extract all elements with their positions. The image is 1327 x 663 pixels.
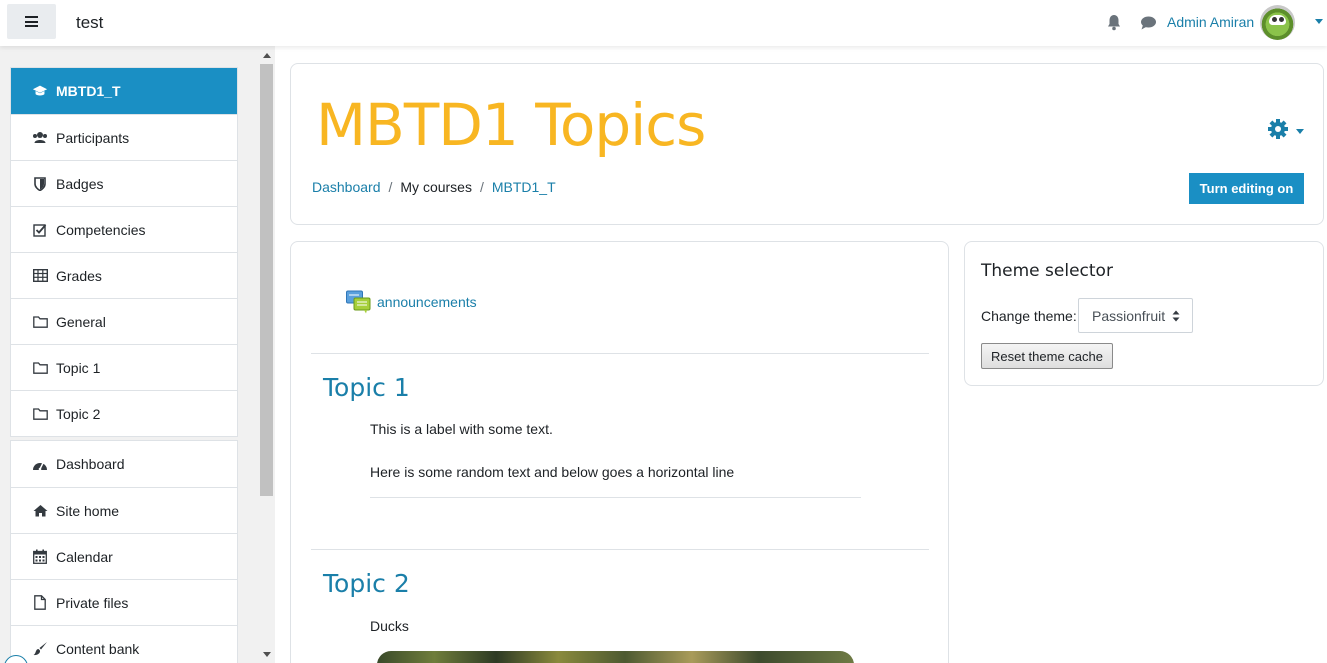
- drawer-toggle-button[interactable]: [7, 4, 56, 39]
- theme-select[interactable]: Passionfruit: [1078, 298, 1193, 333]
- breadcrumb-dashboard[interactable]: Dashboard: [312, 179, 381, 195]
- shield-icon: [32, 176, 48, 192]
- sidebar-item-label: Badges: [56, 175, 104, 192]
- message-icon[interactable]: [1140, 16, 1157, 30]
- theme-select-value: Passionfruit: [1092, 307, 1166, 324]
- folder-icon: [32, 360, 48, 376]
- graduation-cap-icon: [32, 83, 48, 99]
- sidebar-item-label: Calendar: [56, 548, 113, 565]
- forum-icon: [346, 290, 371, 314]
- chevron-down-icon[interactable]: [1315, 19, 1323, 24]
- breadcrumb-course[interactable]: MBTD1_T: [492, 179, 556, 195]
- sidebar-item-label: Topic 2: [56, 405, 101, 422]
- check-square-icon: [32, 222, 48, 238]
- sidebar-item-label: Dashboard: [56, 456, 125, 472]
- sidebar-item-badges[interactable]: Badges: [11, 160, 237, 206]
- breadcrumb-my-courses: My courses: [400, 179, 472, 195]
- sidebar-item-label: Topic 1: [56, 359, 101, 376]
- label-text: Here is some random text and below goes …: [370, 464, 735, 480]
- top-navbar: test Admin Amiran: [0, 0, 1327, 46]
- dashboard-icon: [32, 456, 48, 472]
- sidebar-item-participants[interactable]: Participants: [11, 114, 237, 160]
- users-icon: [32, 130, 48, 146]
- block-title: Theme selector: [981, 261, 1113, 281]
- table-icon: [32, 268, 48, 284]
- site-nav: Dashboard Site home Calendar Private fil…: [10, 440, 238, 663]
- folder-icon: [32, 406, 48, 422]
- chevron-down-icon[interactable]: [1296, 129, 1304, 134]
- file-icon: [32, 595, 48, 611]
- topic-2-title[interactable]: Topic 2: [323, 569, 410, 598]
- hamburger-icon: [25, 16, 38, 27]
- home-icon: [32, 503, 48, 519]
- page-header: MBTD1 Topics Dashboard / My courses / MB…: [290, 63, 1324, 225]
- label-text: This is a label with some text.: [370, 421, 553, 437]
- sidebar-item-label: Participants: [56, 129, 130, 146]
- sidebar-item-topic-1[interactable]: Topic 1: [11, 344, 237, 390]
- theme-selector-block: Theme selector Change theme: Passionfrui…: [964, 241, 1324, 386]
- reset-theme-cache-button[interactable]: Reset theme cache: [981, 343, 1113, 369]
- course-content: announcements Topic 1 This is a label wi…: [290, 241, 949, 663]
- sidebar-item-course[interactable]: MBTD1_T: [11, 68, 237, 114]
- sidebar-item-site-home[interactable]: Site home: [11, 487, 237, 533]
- sidebar-item-calendar[interactable]: Calendar: [11, 533, 237, 579]
- sidebar-item-label: Grades: [56, 267, 102, 284]
- sidebar-item-topic-2[interactable]: Topic 2: [11, 390, 237, 436]
- course-nav: MBTD1_T Participants Badges Competencies…: [10, 67, 238, 437]
- calendar-icon: [32, 549, 48, 565]
- change-theme-label: Change theme:: [981, 308, 1077, 324]
- breadcrumb: Dashboard / My courses / MBTD1_T: [312, 179, 556, 195]
- site-name[interactable]: test: [76, 13, 103, 33]
- sidebar-item-label: MBTD1_T: [56, 83, 121, 99]
- turn-editing-on-button[interactable]: Turn editing on: [1189, 173, 1304, 204]
- sidebar-item-label: General: [56, 313, 106, 330]
- paintbrush-icon: [32, 641, 48, 657]
- label-text: Ducks: [370, 618, 409, 634]
- topic-1-title[interactable]: Topic 1: [323, 373, 410, 402]
- horizontal-rule: [370, 497, 861, 498]
- bell-icon[interactable]: [1106, 14, 1122, 31]
- scroll-down-icon[interactable]: [263, 652, 271, 657]
- sidebar-item-competencies[interactable]: Competencies: [11, 206, 237, 252]
- sort-arrows-icon: [1172, 310, 1180, 322]
- sidebar-item-private-files[interactable]: Private files: [11, 579, 237, 625]
- announcements-link[interactable]: announcements: [377, 294, 477, 310]
- breadcrumb-separator: /: [388, 179, 393, 195]
- sidebar-item-grades[interactable]: Grades: [11, 252, 237, 298]
- sidebar-item-label: Site home: [56, 502, 120, 519]
- scroll-up-icon[interactable]: [263, 53, 271, 58]
- sidebar-item-content-bank[interactable]: Content bank: [11, 625, 237, 663]
- folder-icon: [32, 314, 48, 330]
- announcements-activity[interactable]: announcements: [346, 290, 477, 314]
- sidebar-item-label: Competencies: [56, 221, 146, 238]
- breadcrumb-separator: /: [479, 179, 484, 195]
- page-title: MBTD1 Topics: [316, 91, 706, 159]
- section-divider: [311, 353, 929, 354]
- sidebar-item-general[interactable]: General: [11, 298, 237, 344]
- sidebar-item-label: Content bank: [56, 640, 140, 657]
- user-menu-name[interactable]: Admin Amiran: [1167, 14, 1254, 30]
- avatar[interactable]: [1260, 5, 1295, 40]
- drawer-scrollbar-thumb[interactable]: [260, 64, 273, 496]
- gear-icon[interactable]: [1267, 118, 1289, 140]
- sidebar-item-label: Private files: [56, 594, 129, 611]
- section-divider: [311, 549, 929, 550]
- sidebar-item-dashboard[interactable]: Dashboard: [11, 441, 237, 487]
- ducks-image: [377, 651, 854, 663]
